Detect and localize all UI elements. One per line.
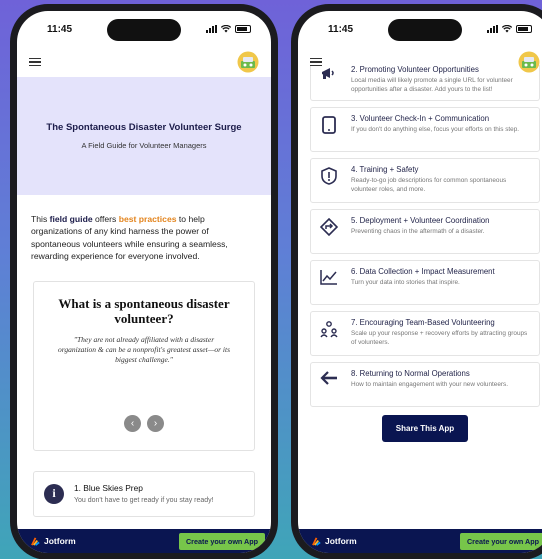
section-card-data[interactable]: 6. Data Collection + Impact Measurement … [310, 260, 540, 305]
section-description: If you don't do anything else, focus you… [351, 126, 520, 134]
jotform-logo-icon [31, 536, 40, 546]
chevron-right-icon[interactable]: › [147, 414, 164, 432]
signal-icon [487, 25, 498, 33]
status-time: 11:45 [328, 23, 354, 35]
wifi-icon [502, 25, 512, 33]
system-icons [487, 25, 532, 33]
left-screen: 11:45 The Spontaneous Disaster Volunteer… [17, 11, 271, 553]
section-description: How to maintain engagement with your new… [351, 381, 509, 389]
chevron-left-icon[interactable]: ‹ [124, 414, 141, 432]
signal-icon [206, 25, 217, 33]
hero-banner: The Spontaneous Disaster Volunteer Surge… [17, 77, 271, 195]
prep-text: 1. Blue Skies Prep You don't have to get… [74, 483, 214, 504]
menu-icon[interactable] [29, 57, 41, 67]
section-card-team[interactable]: 7. Encouraging Team-Based Volunteering S… [310, 311, 540, 356]
carousel-quote: "They are not already affiliated with a … [57, 335, 231, 365]
best-practices-highlight: best practices [118, 214, 177, 224]
system-icons [206, 25, 251, 33]
section-text: 4. Training + Safety Ready-to-go job des… [351, 165, 531, 196]
shield-alert-icon [321, 167, 337, 185]
share-app-button[interactable]: Share This App [382, 415, 468, 442]
create-app-button[interactable]: Create your own App [459, 532, 542, 550]
section-title: 2. Promoting Volunteer Opportunities [351, 65, 479, 74]
hero-subtitle: A Field Guide for Volunteer Managers [81, 141, 207, 150]
section-card-training[interactable]: 4. Training + Safety Ready-to-go job des… [310, 158, 540, 203]
jotform-name: Jotform [325, 536, 357, 546]
section-text: 2. Promoting Volunteer Opportunities Loc… [351, 65, 531, 94]
app-header [17, 47, 271, 77]
section-card-prep[interactable]: i 1. Blue Skies Prep You don't have to g… [33, 470, 255, 517]
arrow-left-icon [320, 371, 337, 385]
intro-text-mid: offers [92, 214, 119, 224]
jotform-footer: Jotform Create your own App [17, 529, 271, 553]
jotform-brand[interactable]: Jotform [31, 536, 76, 546]
section-card-promoting[interactable]: 2. Promoting Volunteer Opportunities Loc… [310, 65, 540, 101]
section-list: 2. Promoting Volunteer Opportunities Loc… [298, 65, 542, 442]
section-card-returning[interactable]: 8. Returning to Normal Operations How to… [310, 362, 540, 407]
jotform-logo-icon [312, 536, 321, 546]
battery-icon [516, 25, 532, 33]
section-description: Ready-to-go job descriptions for common … [351, 177, 507, 193]
definition-carousel: What is a spontaneous disaster volunteer… [33, 280, 255, 451]
prep-title: 1. Blue Skies Prep [74, 483, 143, 494]
section-text: 6. Data Collection + Impact Measurement … [351, 267, 495, 298]
right-phone: 11:45 2. Promoting Volunteer Opportuniti… [291, 4, 542, 559]
section-text: 8. Returning to Normal Operations How to… [351, 369, 508, 400]
section-title: 5. Deployment + Volunteer Coordination [351, 216, 490, 225]
section-title: 4. Training + Safety [351, 165, 419, 174]
create-app-button[interactable]: Create your own App [178, 532, 265, 550]
section-text: 3. Volunteer Check-In + Communication If… [351, 114, 519, 145]
dynamic-island [107, 19, 181, 41]
section-card-deployment[interactable]: 5. Deployment + Volunteer Coordination P… [310, 209, 540, 254]
section-text: 7. Encouraging Team-Based Volunteering S… [351, 318, 531, 349]
section-title: 3. Volunteer Check-In + Communication [351, 114, 490, 123]
intro-paragraph: This field guide offers best practices t… [17, 195, 271, 263]
section-description: Turn your data into stories that inspire… [351, 279, 460, 287]
section-title: 7. Encouraging Team-Based Volunteering [351, 318, 495, 327]
wifi-icon [221, 25, 231, 33]
info-icon: i [44, 483, 64, 504]
section-title: 6. Data Collection + Impact Measurement [351, 267, 495, 276]
jotform-footer: Jotform Create your own App [298, 529, 542, 553]
section-description: Local media will likely promote a single… [351, 77, 513, 93]
team-icon [320, 321, 338, 338]
field-guide-highlight: field guide [49, 214, 93, 224]
dynamic-island [388, 19, 462, 41]
right-screen: 11:45 2. Promoting Volunteer Opportuniti… [298, 11, 542, 553]
battery-icon [235, 25, 251, 33]
hero-title: The Spontaneous Disaster Volunteer Surge [46, 122, 242, 133]
section-card-checkin[interactable]: 3. Volunteer Check-In + Communication If… [310, 107, 540, 152]
trend-chart-icon [320, 270, 337, 285]
carousel-heading: What is a spontaneous disaster volunteer… [58, 295, 230, 327]
prep-description: You don't have to get ready if you stay … [74, 497, 214, 505]
left-phone: 11:45 The Spontaneous Disaster Volunteer… [10, 4, 278, 559]
status-time: 11:45 [47, 23, 73, 35]
app-logo [518, 51, 540, 73]
carousel-controls: ‹ › [124, 414, 164, 432]
directions-icon [320, 218, 338, 236]
section-description: Preventing chaos in the aftermath of a d… [351, 228, 485, 236]
section-title: 8. Returning to Normal Operations [351, 369, 470, 378]
jotform-name: Jotform [44, 536, 76, 546]
section-description: Scale up your response + recovery effort… [351, 330, 528, 346]
section-text: 5. Deployment + Volunteer Coordination P… [351, 216, 489, 247]
megaphone-icon [322, 68, 334, 79]
tablet-icon [322, 116, 336, 134]
app-logo [237, 51, 259, 73]
jotform-brand[interactable]: Jotform [312, 536, 357, 546]
intro-text-start: This [31, 214, 50, 224]
